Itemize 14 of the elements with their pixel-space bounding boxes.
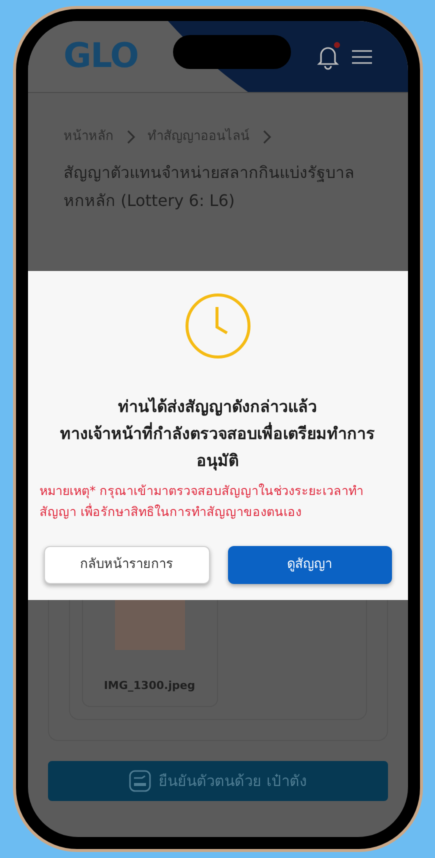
wallet-app-icon: [128, 770, 151, 792]
verify-button[interactable]: ยืนยันตัวตนด้วย เป๋าตัง: [48, 761, 388, 801]
chevron-right-icon: [262, 130, 272, 144]
chevron-right-icon: [126, 130, 136, 144]
file-name: IMG_1300.jpeg: [104, 678, 196, 694]
view-contract-button[interactable]: ดูสัญญา: [228, 546, 392, 584]
menu-icon[interactable]: [352, 48, 372, 64]
back-button[interactable]: กลับหน้ารายการ: [44, 546, 210, 584]
dialog-note: หมายเหตุ* กรุณาเข้ามาตรวจสอบสัญญาในช่วงระยะเวลาทำสัญญา เพื่อรักษาสิทธิในการทำสัญญาของตนเอง: [40, 482, 365, 521]
page-title: สัญญาตัวแทนจำหน่ายสลากกินแบ่งรัฐบาล หกหลัก (Lottery 6: L6): [64, 162, 356, 212]
clock-icon: [184, 293, 250, 359]
bell-icon[interactable]: [316, 44, 340, 70]
dialog-message: ท่านได้ส่งสัญญาดังกล่าวแล้ว ทางเจ้าหน้าที่กำลังตรวจสอบเพื่อเตรียมทำการอนุมัติ: [59, 396, 376, 472]
logo[interactable]: GLO: [64, 31, 138, 82]
